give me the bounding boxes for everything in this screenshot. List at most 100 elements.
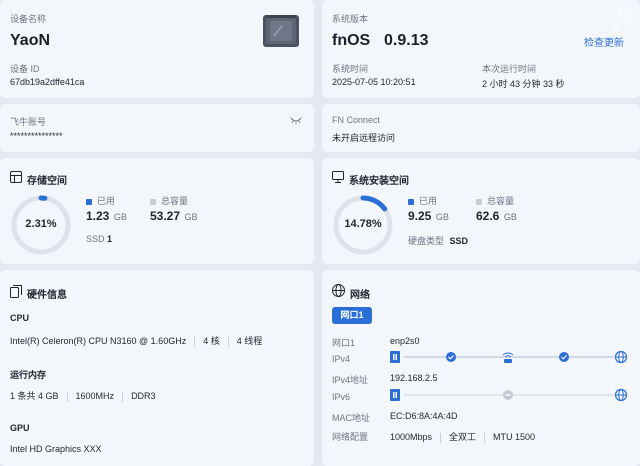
nas-device-icon (262, 14, 300, 48)
storage-used-legend: 已用 (86, 194, 115, 207)
sys-total-label: 总容量 (487, 196, 515, 206)
router-icon (502, 352, 514, 363)
sys-storage-title: 系统安装空间 (349, 176, 409, 187)
sys-total-unit: GB (503, 212, 517, 222)
check-circle-icon (446, 352, 456, 362)
network-card: 网络 网口1 网口1 enp2s0 IPv4 IPv4地址 192.168.2.… (322, 270, 640, 466)
storage-percent: 2.31% (25, 218, 57, 230)
globe-icon (614, 350, 628, 364)
config-info: 1000Mbps 全双工 MTU 1500 (390, 430, 535, 443)
os-version: 0.9.13 (384, 32, 429, 49)
storage-total: 53.27 GB (150, 207, 198, 225)
cpu-cores: 4 核 (203, 336, 220, 346)
sys-disk-type-label: 硬盘类型 (408, 236, 445, 246)
tab-port1[interactable]: 网口1 (332, 307, 372, 324)
config-label: 网络配置 (332, 432, 369, 442)
system-time: 2025-07-05 10:20:51 (332, 77, 416, 87)
decorative-logo-icon (598, 4, 638, 34)
account-card: 飞牛账号 *************** (0, 104, 314, 152)
gpu-label: GPU (10, 423, 30, 433)
divider (484, 432, 486, 443)
hardware-card: 硬件信息 CPU Intel(R) Celeron(R) CPU N3160 @… (0, 270, 314, 466)
storage-total-unit: GB (184, 212, 198, 222)
divider (122, 391, 124, 402)
sys-used-square-icon (408, 198, 414, 205)
divider (440, 432, 442, 443)
account-value: *************** (10, 131, 63, 141)
storage-used: 1.23 GB (86, 207, 127, 225)
account-label: 飞牛账号 (10, 117, 47, 127)
storage-disk-type: SSD 1 (86, 234, 112, 244)
network-card-icon (390, 351, 400, 363)
ipv4-topology (390, 350, 628, 364)
globe-icon (332, 284, 345, 297)
minus-circle-icon (503, 390, 513, 400)
storage-disk-count: 1 (107, 234, 113, 244)
hardware-icon (10, 285, 22, 298)
eye-closed-icon[interactable] (290, 117, 302, 125)
ipv6-label: IPv6 (332, 392, 351, 402)
sys-disk-type-value: SSD (449, 236, 469, 246)
storage-icon (10, 171, 22, 183)
port-value: enp2s0 (390, 336, 420, 346)
ram-count: 1 条共 4 GB (10, 391, 59, 401)
sys-storage-ring: 14.78% (332, 194, 394, 256)
system-card: 系统版本 fnOS 0.9.13 检查更新 系统时间 2025-07-05 10… (322, 0, 640, 98)
duplex: 全双工 (449, 432, 477, 442)
mtu: MTU 1500 (493, 432, 536, 442)
device-card: 设备名称 YaoN 设备 ID 67db19a2dffe41ca (0, 0, 314, 98)
mac-value: EC:D6:8A:4A:4D (390, 411, 458, 421)
hardware-title: 硬件信息 (27, 290, 67, 301)
storage-used-unit: GB (113, 212, 127, 222)
sys-storage-percent: 14.78% (344, 218, 382, 230)
storage-used-value: 1.23 (86, 209, 110, 223)
os-name: fnOS (332, 32, 371, 49)
network-card-icon (390, 389, 400, 401)
ipv4-addr: 192.168.2.5 (390, 373, 438, 383)
check-update-link[interactable]: 检查更新 (584, 34, 624, 49)
total-square-icon (150, 198, 156, 205)
sys-total-value: 62.6 (476, 209, 500, 223)
check-circle-icon (559, 352, 569, 362)
storage-total-legend: 总容量 (150, 194, 188, 207)
storage-card: 存储空间 2.31% 已用 1.23 GB 总容量 53.27 GB SSD 1 (0, 158, 314, 264)
ipv4-addr-label: IPv4地址 (332, 375, 369, 385)
ram-type: DDR3 (131, 391, 156, 401)
device-id: 67db19a2dffe41ca (10, 77, 85, 87)
storage-disk-type-label: SSD (86, 234, 105, 244)
sys-used-legend: 已用 (408, 194, 437, 207)
divider (227, 336, 229, 347)
system-time-label: 系统时间 (332, 64, 369, 74)
storage-total-label: 总容量 (161, 196, 189, 206)
sys-total: 62.6 GB (476, 207, 517, 225)
sys-disk-type: 硬盘类型 SSD (408, 234, 468, 247)
port-label: 网口1 (332, 338, 356, 348)
storage-title: 存储空间 (27, 176, 67, 187)
uptime-label: 本次运行时间 (482, 64, 537, 74)
cpu-info: Intel(R) Celeron(R) CPU N3160 @ 1.60GHz 4… (10, 334, 262, 347)
cpu-label: CPU (10, 313, 30, 323)
divider (194, 336, 196, 347)
mac-label: MAC地址 (332, 413, 370, 423)
divider (66, 391, 68, 402)
sys-used-value: 9.25 (408, 209, 432, 223)
device-name: YaoN (10, 32, 51, 49)
cpu-threads: 4 线程 (236, 336, 263, 346)
sys-storage-card: 系统安装空间 14.78% 已用 9.25 GB 总容量 62.6 GB 硬盘类… (322, 158, 640, 264)
sys-used-label: 已用 (419, 196, 438, 206)
globe-icon (614, 388, 628, 402)
sys-total-square-icon (476, 198, 482, 205)
monitor-icon (332, 171, 344, 183)
storage-ring: 2.31% (10, 194, 72, 256)
sys-total-legend: 总容量 (476, 194, 514, 207)
link-speed: 1000Mbps (390, 432, 433, 442)
device-name-label: 设备名称 (10, 14, 47, 24)
storage-used-label: 已用 (97, 196, 116, 206)
cpu-model: Intel(R) Celeron(R) CPU N3160 @ 1.60GHz (10, 336, 187, 346)
system-version-label: 系统版本 (332, 14, 369, 24)
ram-info: 1 条共 4 GB 1600MHz DDR3 (10, 389, 156, 402)
network-title: 网络 (350, 290, 370, 301)
ipv4-label: IPv4 (332, 354, 351, 364)
fn-connect-value: 未开启远程访问 (332, 133, 396, 143)
uptime: 2 小时 43 分钟 33 秒 (482, 79, 565, 89)
